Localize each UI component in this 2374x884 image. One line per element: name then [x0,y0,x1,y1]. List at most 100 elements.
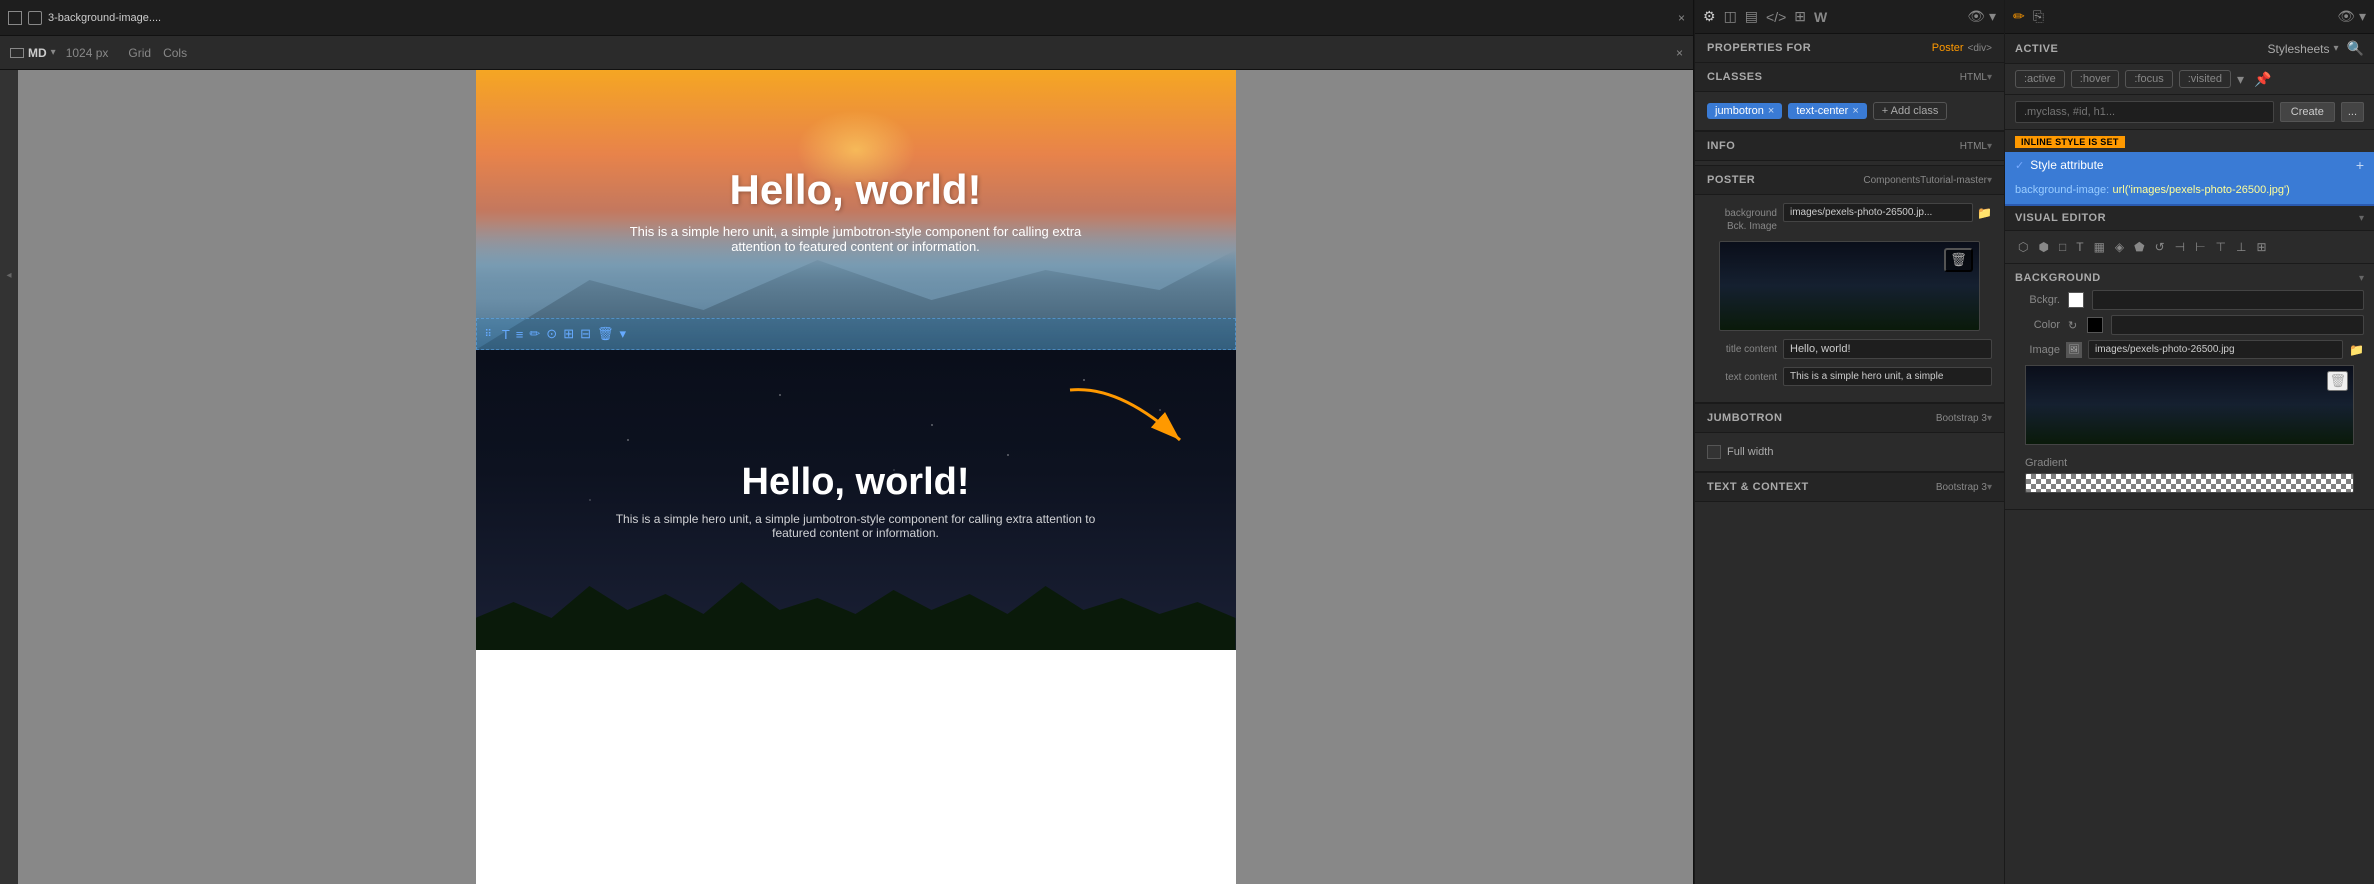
style-attr-plus-icon[interactable]: + [2356,157,2364,173]
class-tag-text-center[interactable]: text-center × [1788,103,1866,119]
tool-border[interactable]: ⊥ [2233,237,2249,257]
element-toolbar[interactable]: ⠿ T ≡ ✏ ⊙ ⊞ ⊟ 🗑 ▾ [476,318,1236,350]
edit-toolbar-icon[interactable]: ✏ [529,326,540,342]
background-field-row: backgroundBck. Image 📁 [1707,203,1992,233]
code-icon[interactable]: </> [1766,9,1786,25]
background-input[interactable] [1783,203,1973,222]
hero-bottom-section[interactable]: Hello, world! This is a simple hero unit… [476,350,1236,650]
text-toolbar-icon[interactable]: T [502,327,510,342]
state-pin-icon[interactable]: 📌 [2254,71,2271,88]
state-visited-btn[interactable]: :visited [2179,70,2231,88]
title-input-wrapper [1783,339,1992,359]
eye-icon[interactable]: 👁 [1967,8,1985,25]
create-button[interactable]: Create [2280,102,2335,122]
text-context-section-container: TEXT & CONTEXT Bootstrap 3 ▾ [1695,473,2004,502]
bckgr-color-swatch[interactable] [2068,292,2084,308]
classes-header[interactable]: CLASSES HTML ▾ [1695,63,2004,92]
chevron-down-icon[interactable]: ▾ [51,47,56,58]
stylesheets-selector[interactable]: Stylesheets ▾ [2267,42,2338,56]
bckgr-label: Bckgr. [2015,294,2060,306]
gradient-bar[interactable] [2025,473,2354,493]
tool-grid[interactable]: ⊞ [2253,237,2269,257]
tool-rotate[interactable]: ↺ [2152,237,2168,257]
hero-top-section[interactable]: Hello, world! This is a simple hero unit… [476,70,1236,350]
background-folder-icon[interactable]: 📁 [1977,206,1992,220]
more-toolbar-icon[interactable]: ▾ [620,326,627,342]
class-jumbotron-remove[interactable]: × [1768,105,1774,117]
text-input[interactable] [1783,367,1992,386]
class-text-center-remove[interactable]: × [1852,105,1858,117]
state-focus-btn[interactable]: :focus [2125,70,2172,88]
tool-rect[interactable]: □ [2056,237,2069,257]
minimize-icon[interactable] [8,11,22,25]
grid-icon[interactable]: ⊞ [1794,8,1806,25]
info-header[interactable]: INFO HTML ▾ [1695,132,2004,161]
text-context-label: TEXT & CONTEXT [1707,481,1932,493]
pin-icon[interactable]: ▾ [1989,8,1996,25]
full-width-row: Full width [1707,441,1992,463]
active-label: ACTIVE [2015,43,2058,55]
color-swatch[interactable] [2087,317,2103,333]
style-attribute-row[interactable]: ✓ Style attribute + [2005,152,2374,178]
link-toolbar-icon[interactable]: ⊙ [546,326,557,342]
bckgr-row: Bckgr. [2015,290,2364,310]
properties-for-label: PROPERTIES FOR [1707,42,1928,54]
image-input[interactable] [2088,340,2343,359]
grid-toolbar-icon[interactable]: ⊟ [580,326,591,342]
image-icon: 🖼 [2066,342,2082,358]
tool-align-left[interactable]: ⊣ [2172,237,2188,257]
title-input[interactable] [1783,339,1992,359]
drag-handle[interactable]: ⠿ [485,329,494,340]
styles-copy-icon[interactable]: ⎘ [2033,8,2044,25]
poster-header[interactable]: POSTER ComponentsTutorial-master ▾ [1695,166,2004,195]
image-row: Image 🖼 📁 [2015,340,2364,359]
text-context-header[interactable]: TEXT & CONTEXT Bootstrap 3 ▾ [1695,473,2004,502]
styles-search-icon[interactable]: 🔍 [2347,40,2364,57]
css-selector-input[interactable] [2015,101,2274,123]
bckgr-input[interactable] [2092,290,2364,310]
tool-align-center[interactable]: ⊢ [2192,237,2208,257]
jumbotron-header[interactable]: JUMBOTRON Bootstrap 3 ▾ [1695,404,2004,433]
tool-resize[interactable]: ⬡ [2015,237,2031,257]
delete-thumb-btn[interactable]: 🗑 [2327,371,2348,391]
canvas-close-btn[interactable]: × [1676,46,1683,60]
table-toolbar-icon[interactable]: ⊞ [563,326,574,342]
wordpress-icon[interactable]: W [1814,9,1827,25]
title-field-row: title content [1707,339,1992,359]
tool-text[interactable]: T [2073,237,2086,257]
text-field-row: text content [1707,367,1992,386]
delete-toolbar-icon[interactable]: 🗑 [597,326,614,342]
grid-btn[interactable]: Grid [128,46,151,60]
image-folder-icon[interactable]: 📁 [2349,343,2364,357]
tool-pattern[interactable]: ▦ [2091,237,2108,257]
delete-preview-btn[interactable]: 🗑 [1944,248,1973,272]
properties-panel: ⚙ ◫ ▤ </> ⊞ W 👁 ▾ PROPERTIES FOR Poster … [1694,0,2004,884]
styles-eye-icon[interactable]: 👁 [2337,8,2355,25]
tool-diamond[interactable]: ◈ [2112,237,2127,257]
state-active-btn[interactable]: :active [2015,70,2065,88]
cols-btn[interactable]: Cols [163,46,187,60]
maximize-icon[interactable] [28,11,42,25]
color-cycle-icon[interactable]: ↻ [2068,319,2077,332]
add-class-button[interactable]: + Add class [1873,102,1948,120]
tool-align-right[interactable]: ⊤ [2213,237,2229,257]
device-selector[interactable]: MD ▾ [10,46,56,60]
tool-mask[interactable]: ⬟ [2131,237,2147,257]
properties-icon-bar: ⚙ ◫ ▤ </> ⊞ W 👁 ▾ [1695,0,2004,34]
settings-toolbar-icon[interactable]: ≡ [516,327,524,342]
full-width-checkbox[interactable] [1707,445,1721,459]
color-input[interactable] [2111,315,2364,335]
settings-icon[interactable]: ⚙ [1703,8,1716,25]
visual-editor-header[interactable]: VISUAL EDITOR ▾ [2005,206,2374,231]
window-close-btn[interactable]: × [1678,11,1685,25]
class-tag-jumbotron[interactable]: jumbotron × [1707,103,1782,119]
styles-pin-icon[interactable]: ▾ [2359,8,2366,25]
layout-icon[interactable]: ▤ [1745,8,1758,25]
state-chevron-down[interactable]: ▾ [2237,71,2244,88]
styles-paint-icon[interactable]: ✏ [2013,8,2025,25]
background-section-header[interactable]: BACKGROUND ▾ [2015,272,2364,284]
tool-crop[interactable]: ⬢ [2035,237,2051,257]
component-icon[interactable]: ◫ [1724,8,1737,25]
more-button[interactable]: ... [2341,102,2364,122]
state-hover-btn[interactable]: :hover [2071,70,2120,88]
